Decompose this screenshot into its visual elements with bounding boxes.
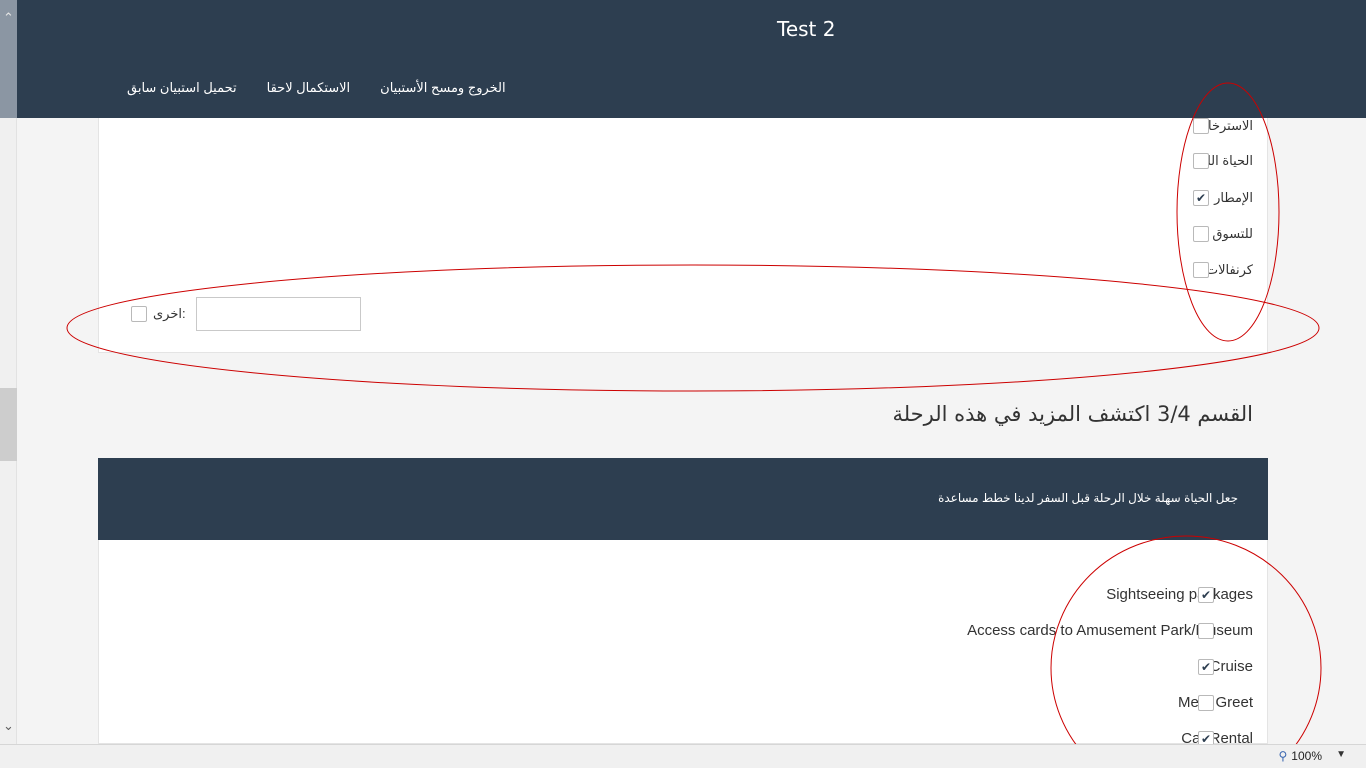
option-label: Meet Greet (1177, 694, 1253, 711)
zoom-level: 100% (1291, 749, 1322, 763)
scrollbar-track-top: ⌃ (0, 0, 17, 118)
status-bar: ⚲ 100% ▼ (0, 744, 1366, 768)
checkbox[interactable] (1193, 118, 1209, 134)
option-label: الحياة الليلية (1209, 153, 1253, 168)
option-meet-greet[interactable]: Meet Greet (1178, 694, 1253, 711)
question-panel-services: Sightseeing packages ✔ Access cards to A… (98, 540, 1268, 747)
option-label: الاسترخاء (1209, 118, 1253, 133)
other-label: اخرى: (153, 306, 186, 321)
scrollbar-thumb[interactable] (0, 388, 17, 461)
option-cruise[interactable]: Cruise ✔ (1198, 658, 1253, 675)
option-rain[interactable]: الإمطار ✔ (1193, 190, 1253, 206)
option-label: Sightseeing packages (1106, 586, 1253, 603)
survey-title: Test 2 (777, 17, 836, 41)
question-panel-interests: الاسترخاء الحياة الليلية الإمطار ✔ للتسو… (98, 118, 1268, 353)
survey-header: Test 2 الخروج ومسح الأستبيان الاستكمال ل… (17, 0, 1366, 118)
section-banner: جعل الحياة سهلة خلال الرحلة قبل السفر لد… (98, 458, 1268, 540)
check-icon: ✔ (1195, 191, 1207, 205)
option-relaxation[interactable]: الاسترخاء (1193, 118, 1253, 134)
checkbox[interactable] (1193, 153, 1209, 169)
option-label: الإمطار (1214, 190, 1253, 205)
option-shopping[interactable]: للتسوق (1193, 226, 1253, 242)
other-input[interactable] (195, 297, 361, 331)
checkbox[interactable] (1193, 226, 1209, 242)
checkbox-checked[interactable]: ✔ (1198, 587, 1214, 603)
nav-load-previous[interactable]: تحميل استبيان سابق (127, 80, 237, 96)
header-nav: الخروج ومسح الأستبيان الاستكمال لاحقا تح… (127, 80, 506, 96)
section-title: القسم 3/4 اكتشف المزيد في هذه الرحلة (892, 402, 1253, 426)
option-carnivals[interactable]: كرنفالات (1193, 262, 1253, 278)
checkbox-checked[interactable]: ✔ (1198, 659, 1214, 675)
check-icon: ✔ (1200, 660, 1212, 674)
checkbox[interactable] (1198, 623, 1214, 639)
chevron-up-icon[interactable]: ⌃ (0, 0, 17, 40)
checkbox-checked[interactable]: ✔ (1193, 190, 1209, 206)
zoom-control[interactable]: ⚲ 100% (1279, 749, 1323, 763)
option-label: للتسوق (1212, 226, 1253, 241)
check-icon: ✔ (1200, 588, 1212, 602)
other-checkbox[interactable] (131, 306, 147, 322)
option-sightseeing[interactable]: Sightseeing packages ✔ (1106, 586, 1253, 603)
nav-exit-clear[interactable]: الخروج ومسح الأستبيان (380, 80, 505, 96)
vertical-scrollbar[interactable]: ⌃ ⌄ (0, 0, 17, 744)
option-access-cards[interactable]: Access cards to Amusement Park/Museum (967, 622, 1253, 639)
nav-resume-later[interactable]: الاستكمال لاحقا (267, 80, 351, 96)
chevron-down-icon[interactable]: ⌄ (0, 704, 17, 744)
option-label: Cruise (1209, 658, 1253, 675)
other-option-row: اخرى: (131, 297, 361, 331)
checkbox[interactable] (1198, 695, 1214, 711)
option-label: كرنفالات (1209, 262, 1253, 277)
chevron-down-icon[interactable]: ▼ (1336, 749, 1346, 760)
checkbox[interactable] (1193, 262, 1209, 278)
zoom-icon: ⚲ (1278, 749, 1288, 763)
banner-text: جعل الحياة سهلة خلال الرحلة قبل السفر لد… (938, 491, 1238, 505)
option-nightlife[interactable]: الحياة الليلية (1193, 153, 1253, 169)
